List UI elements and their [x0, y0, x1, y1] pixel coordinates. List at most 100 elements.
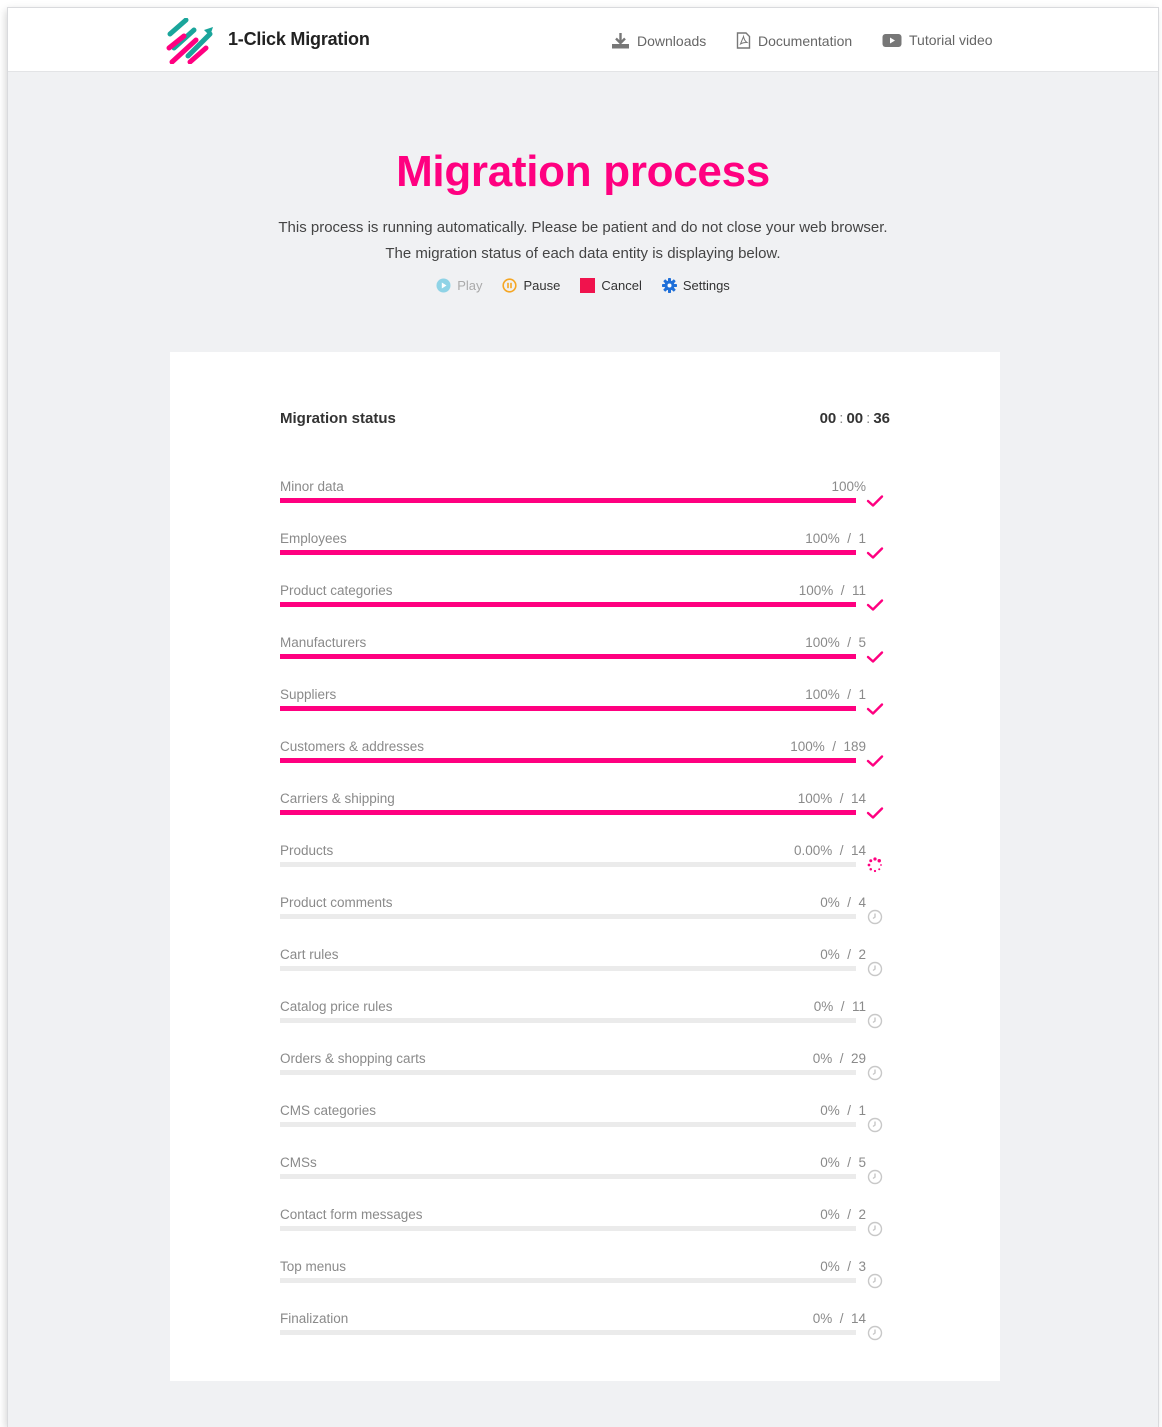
checkmark-icon	[866, 807, 884, 819]
entity-row: CMSs 0% / 5	[280, 1146, 890, 1198]
migration-status-title: Migration status	[280, 410, 396, 427]
entity-label: Products	[280, 843, 334, 858]
progress-bar	[280, 1226, 856, 1231]
nav-documentation[interactable]: Documentation	[736, 32, 852, 49]
top-header: 1-Click Migration Downloads Documentatio…	[8, 8, 1158, 72]
entity-label: Employees	[280, 531, 347, 546]
timer-minutes: 00	[846, 410, 864, 427]
progress-bar	[280, 1122, 856, 1127]
youtube-icon	[882, 33, 902, 47]
entity-row: Employees 100% / 1	[280, 522, 890, 574]
timer-hours: 00	[819, 410, 837, 427]
brand-name: 1-Click Migration	[228, 29, 370, 49]
description-line-2: The migration status of each data entity…	[385, 245, 781, 262]
download-icon	[612, 33, 629, 49]
entity-row: Contact form messages 0% / 2	[280, 1198, 890, 1250]
entity-row: Finalization 0% / 14	[280, 1302, 890, 1354]
checkmark-icon	[866, 651, 884, 663]
entity-label: Contact form messages	[280, 1207, 423, 1222]
progress-bar	[280, 810, 856, 815]
entity-progress-text: 0% / 4	[820, 895, 866, 910]
pause-label: Pause	[523, 278, 561, 293]
clock-icon	[867, 1013, 883, 1029]
elapsed-timer: 00:00:36	[819, 410, 890, 427]
entity-progress-text: 100% / 5	[805, 635, 866, 650]
progress-bar	[280, 1070, 856, 1075]
entity-label: Manufacturers	[280, 635, 367, 650]
entity-row: Cart rules 0% / 2	[280, 938, 890, 990]
entity-progress-text: 100%	[831, 479, 866, 494]
progress-bar-fill	[280, 706, 856, 711]
progress-bar	[280, 602, 856, 607]
progress-bar-fill	[280, 810, 856, 815]
checkmark-icon	[866, 599, 884, 611]
stop-icon	[580, 278, 596, 293]
clock-icon	[867, 1065, 883, 1081]
entity-label: CMS categories	[280, 1103, 377, 1118]
play-label: Play	[457, 278, 483, 293]
entity-progress-text: 100% / 11	[798, 583, 866, 598]
cancel-button[interactable]: Cancel	[580, 278, 642, 293]
entity-label: Product categories	[280, 583, 393, 598]
entity-row: Carriers & shipping 100% / 14	[280, 782, 890, 834]
entity-label: Product comments	[280, 895, 393, 910]
progress-bar	[280, 1278, 856, 1283]
entity-label: Suppliers	[280, 687, 337, 702]
entity-label: Catalog price rules	[280, 999, 393, 1014]
app-window: 1-Click Migration Downloads Documentatio…	[8, 8, 1158, 1427]
entity-list: Minor data 100% Employees 100% / 1 Product c…	[280, 470, 890, 1354]
entity-label: Top menus	[280, 1259, 347, 1274]
page-title: Migration process	[396, 147, 770, 196]
clock-icon	[867, 909, 883, 925]
migration-status-panel: Migration status 00:00:36 Minor data 100%…	[170, 352, 1000, 1381]
progress-bar	[280, 550, 856, 555]
progress-bar	[280, 758, 856, 763]
nav-documentation-label: Documentation	[758, 32, 853, 49]
description-line-1: This process is running automatically. P…	[278, 219, 888, 236]
spinner-icon	[867, 857, 882, 873]
entity-progress-text: 100% / 1	[805, 687, 866, 702]
entity-progress-text: 0% / 11	[813, 999, 866, 1014]
progress-bar	[280, 914, 856, 919]
entity-row: CMS categories 0% / 1	[280, 1094, 890, 1146]
entity-label: CMSs	[280, 1155, 317, 1170]
clock-icon	[867, 1169, 883, 1185]
progress-bar-fill	[280, 654, 856, 659]
nav-downloads-label: Downloads	[637, 32, 707, 49]
entity-row: Catalog price rules 0% / 11	[280, 990, 890, 1042]
entity-progress-text: 0% / 2	[820, 1207, 866, 1222]
entity-label: Cart rules	[280, 947, 339, 962]
entity-label: Customers & addresses	[280, 739, 425, 754]
checkmark-icon	[866, 495, 884, 507]
progress-bar	[280, 706, 856, 711]
progress-bar	[280, 1018, 856, 1023]
cancel-label: Cancel	[601, 278, 642, 293]
checkmark-icon	[866, 703, 884, 715]
settings-button[interactable]: Settings	[661, 278, 730, 293]
entity-progress-text: 100% / 189	[790, 739, 866, 754]
nav-downloads[interactable]: Downloads	[611, 32, 706, 49]
entity-label: Orders & shopping carts	[280, 1051, 426, 1066]
gear-icon	[661, 278, 677, 293]
entity-progress-text: 0% / 29	[812, 1051, 866, 1066]
progress-bar-fill	[280, 758, 856, 763]
progress-bar	[280, 654, 856, 659]
progress-bar	[280, 862, 856, 867]
pause-button[interactable]: Pause	[502, 278, 560, 293]
entity-row: Product categories 100% / 11	[280, 574, 890, 626]
checkmark-icon	[866, 547, 884, 559]
progress-bar-fill	[280, 602, 856, 607]
entity-row: Manufacturers 100% / 5	[280, 626, 890, 678]
process-controls: Play Pause Cancel Settings	[8, 278, 1158, 293]
timer-seconds: 36	[873, 410, 890, 427]
entity-progress-text: 0% / 2	[820, 947, 866, 962]
progress-bar	[280, 1174, 856, 1179]
nav-tutorial-video[interactable]: Tutorial video	[882, 32, 993, 48]
play-button[interactable]: Play	[436, 278, 482, 293]
entity-label: Minor data	[280, 479, 344, 494]
settings-label: Settings	[682, 278, 730, 293]
entity-label: Carriers & shipping	[280, 791, 395, 806]
entity-row: Suppliers 100% / 1	[280, 678, 890, 730]
logo-icon	[166, 18, 213, 64]
entity-row: Products 0.00% / 14	[280, 834, 890, 886]
